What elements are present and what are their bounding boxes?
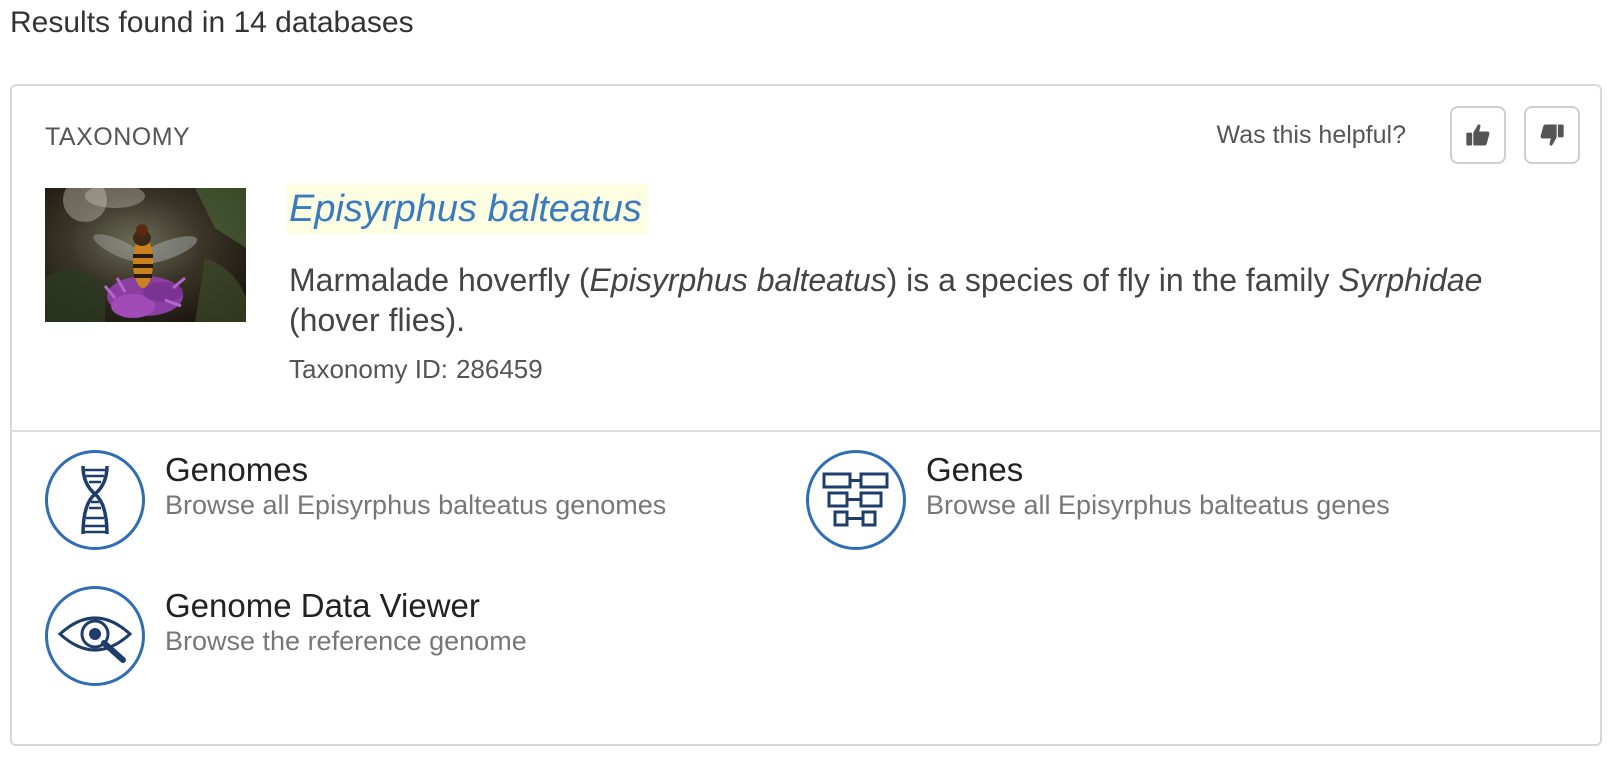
taxonomy-summary: TAXONOMY Was this helpful? Episyrphus ba…	[12, 86, 1600, 428]
thumbs-down-button[interactable]	[1524, 106, 1580, 164]
description-family-italic: Syrphidae	[1338, 262, 1483, 298]
thumbs-up-icon	[1466, 124, 1490, 146]
description-text-1: Marmalade hoverfly (	[289, 262, 590, 298]
taxonomy-id-label: Taxonomy ID:	[289, 354, 448, 384]
species-title-link[interactable]: Episyrphus balteatus	[287, 184, 648, 234]
genes-description: Browse all Episyrphus balteatus genes	[926, 490, 1390, 520]
thumbs-up-button[interactable]	[1450, 106, 1506, 164]
section-label: TAXONOMY	[45, 123, 191, 151]
taxonomy-card: TAXONOMY Was this helpful? Episyrphus ba…	[10, 84, 1602, 746]
genomes-title: Genomes	[165, 451, 309, 488]
description-text-2: ) is a species of fly in the family	[886, 262, 1339, 298]
genomes-description: Browse all Episyrphus balteatus genomes	[165, 490, 667, 520]
description-species-italic: Episyrphus balteatus	[589, 262, 887, 298]
dna-helix-icon	[45, 450, 145, 550]
species-photo[interactable]	[45, 188, 246, 322]
genes-title: Genes	[926, 451, 1024, 488]
eye-magnifier-icon	[45, 586, 145, 686]
card-divider	[12, 430, 1600, 432]
thumbs-down-icon	[1540, 124, 1564, 146]
results-heading: Results found in 14 databases	[10, 6, 414, 39]
genome-data-viewer-title: Genome Data Viewer	[165, 587, 480, 624]
taxonomy-id-value: 286459	[455, 354, 543, 384]
genome-data-viewer-description: Browse the reference genome	[165, 626, 527, 656]
gene-blocks-icon	[806, 450, 906, 550]
feedback-question: Was this helpful?	[1216, 120, 1406, 149]
species-description: Marmalade hoverfly (Episyrphus balteatus…	[289, 260, 1549, 340]
feedback-widget: Was this helpful?	[1217, 106, 1580, 164]
description-text-3: (hover flies).	[289, 302, 466, 338]
taxonomy-id: Taxonomy ID: 286459	[289, 352, 543, 386]
